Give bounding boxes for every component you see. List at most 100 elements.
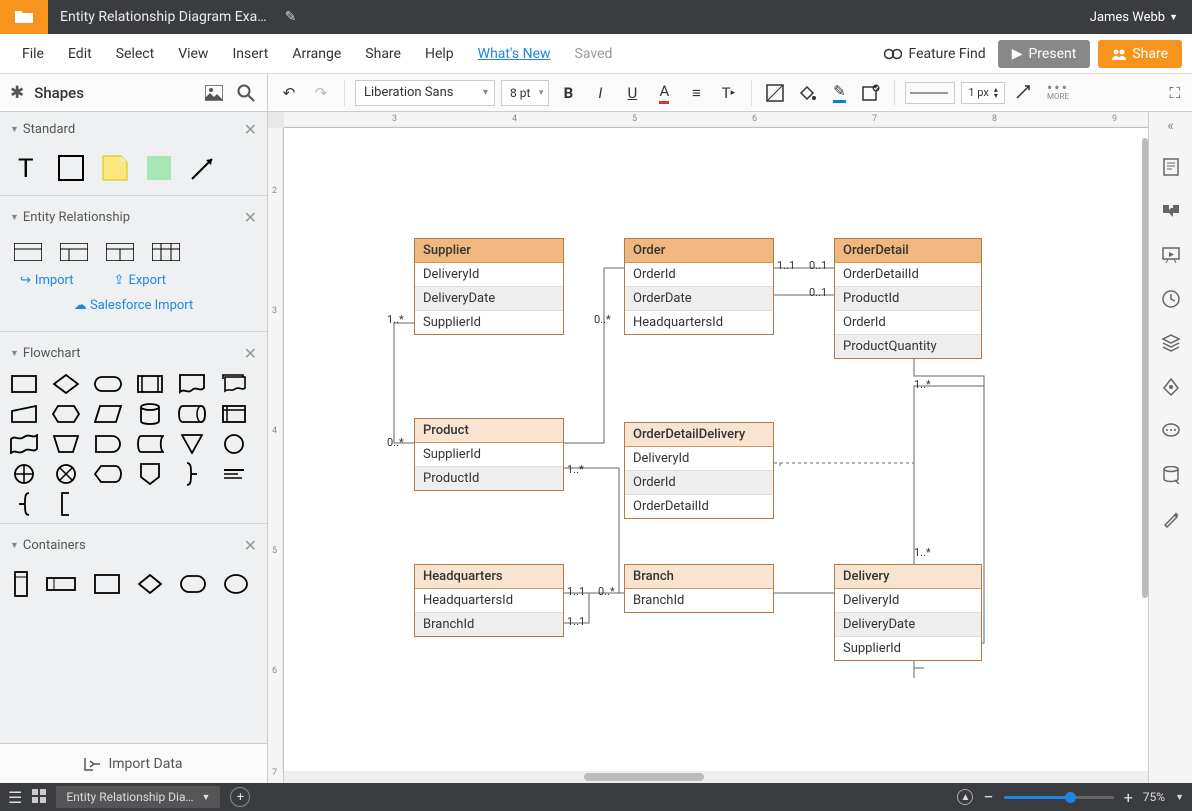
present-button[interactable]: ▶ Present [998,40,1091,68]
line-options-icon[interactable] [1011,80,1037,106]
font-select[interactable]: Liberation Sans [355,80,495,106]
fc-multidoc[interactable] [220,373,248,395]
layers-icon[interactable] [1160,332,1182,354]
fc-direct-data[interactable] [178,403,206,425]
fc-terminator[interactable] [94,373,122,395]
image-icon[interactable] [203,82,225,104]
horizontal-scrollbar[interactable] [284,771,1148,783]
close-icon[interactable]: ✕ [244,344,257,363]
cont-6[interactable] [224,574,248,594]
close-icon[interactable]: ✕ [244,208,257,227]
section-er[interactable]: ▼Entity Relationship✕ [10,208,257,227]
fc-predefined[interactable] [136,373,164,395]
menu-select[interactable]: Select [104,46,166,62]
document-title[interactable]: Entity Relationship Diagram Exa… [48,9,279,25]
text-color-icon[interactable]: A [651,80,677,106]
import-link[interactable]: ↪ Import [20,273,74,288]
zoom-slider[interactable] [1004,796,1114,799]
fullscreen-icon[interactable]: ⛶ [1169,84,1180,102]
fc-data[interactable] [94,403,122,425]
entity-supplier[interactable]: Supplier DeliveryId DeliveryDate Supplie… [414,238,564,335]
outline-icon[interactable]: ☰ [8,788,22,807]
zoom-level[interactable]: 75% [1143,790,1165,804]
undo-icon[interactable]: ↶ [276,80,302,106]
menu-insert[interactable]: Insert [220,46,280,62]
grid-icon[interactable] [32,789,46,806]
close-icon[interactable]: ✕ [244,536,257,555]
canvas-area[interactable]: 3 4 5 6 7 8 9 2 3 4 5 6 7 [268,112,1192,783]
menu-help[interactable]: Help [413,46,466,62]
menu-arrange[interactable]: Arrange [280,46,353,62]
shapes-settings-icon[interactable]: ✱ [10,83,24,103]
cont-2[interactable] [46,577,76,591]
magic-icon[interactable] [1160,508,1182,530]
er-shape-1[interactable] [14,243,42,261]
edit-title-icon[interactable]: ✎ [285,9,297,25]
import-data-button[interactable]: Import Data [0,743,267,783]
folder-icon[interactable] [0,0,48,34]
fc-stored-data[interactable] [136,433,164,455]
line-width-select[interactable]: 1 px▴▾ [961,82,1004,104]
fc-or[interactable] [10,463,38,485]
cont-4[interactable] [138,574,162,594]
rect-shape[interactable] [58,155,84,181]
export-link[interactable]: ⇪ Export [114,273,166,288]
fc-connector[interactable] [220,433,248,455]
page-tab[interactable]: Entity Relationship Dia…▼ [56,786,220,808]
zoom-in-button[interactable]: + [1124,788,1133,807]
page-icon[interactable] [1160,156,1182,178]
salesforce-import-link[interactable]: ☁ Salesforce Import [10,294,257,323]
underline-icon[interactable]: U [619,80,645,106]
menu-share[interactable]: Share [353,46,413,62]
bold-icon[interactable]: B [555,80,581,106]
entity-delivery[interactable]: Delivery DeliveryId DeliveryDate Supplie… [834,564,982,661]
block-shape[interactable] [146,155,172,181]
fc-manual-input[interactable] [10,403,38,425]
entity-product[interactable]: Product SupplierId ProductId [414,418,564,491]
fc-delay[interactable] [94,433,122,455]
zoom-out-button[interactable]: − [983,787,993,808]
menu-view[interactable]: View [166,46,220,62]
fc-database[interactable] [136,403,164,425]
collapse-panel-icon[interactable]: « [1167,118,1174,134]
entity-headquarters[interactable]: Headquarters HeadquartersId BranchId [414,564,564,637]
add-page-button[interactable]: + [230,787,250,807]
data-icon[interactable] [1160,464,1182,486]
fill-bucket-icon[interactable] [794,80,820,106]
fc-bracket[interactable] [52,493,80,515]
fc-manual-op[interactable] [52,433,80,455]
feature-find[interactable]: Feature Find [884,46,985,62]
entity-branch[interactable]: Branch BranchId [624,564,774,613]
redo-icon[interactable]: ↷ [308,80,334,106]
text-shape[interactable]: T [14,155,40,181]
fc-note[interactable] [220,463,248,485]
shape-fill-icon[interactable] [762,80,788,106]
fc-process[interactable] [10,373,38,395]
fc-paper-tape[interactable] [10,433,38,455]
note-shape[interactable] [102,155,128,181]
section-flowchart[interactable]: ▼Flowchart✕ [10,344,257,363]
fc-document[interactable] [178,373,206,395]
section-containers[interactable]: ▼Containers✕ [10,536,257,555]
fc-decision[interactable] [52,373,80,395]
fc-internal-storage[interactable] [220,403,248,425]
shape-options-icon[interactable] [858,80,884,106]
comment-icon[interactable] [1160,200,1182,222]
fc-preparation[interactable] [52,403,80,425]
fc-off-page[interactable] [136,463,164,485]
border-color-icon[interactable]: ✎ [826,80,852,106]
chat-icon[interactable] [1160,420,1182,442]
cont-1[interactable] [14,571,28,597]
more-button[interactable]: •••MORE [1047,84,1069,101]
text-options-icon[interactable]: T▸ [715,80,741,106]
share-button[interactable]: Share [1098,40,1182,68]
fc-brace-right[interactable] [178,463,206,485]
er-shape-3[interactable] [106,243,134,261]
er-shape-2[interactable] [60,243,88,261]
master-icon[interactable] [1160,376,1182,398]
line-style-select[interactable] [905,82,955,104]
cont-5[interactable] [180,575,206,593]
fc-brace-left[interactable] [10,493,38,515]
fc-summing[interactable] [52,463,80,485]
history-icon[interactable] [1160,288,1182,310]
